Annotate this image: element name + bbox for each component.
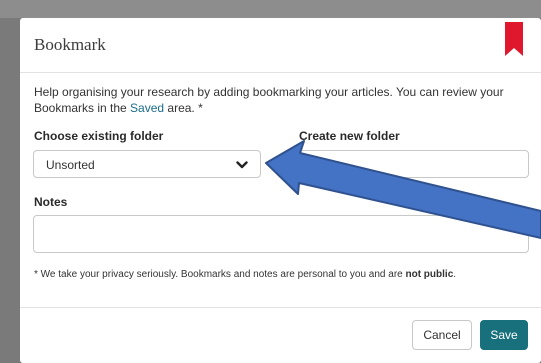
dialog-header: Bookmark	[20, 18, 541, 73]
new-folder-label: Create new folder	[299, 129, 400, 143]
backdrop	[0, 0, 541, 18]
saved-link[interactable]: Saved	[130, 101, 164, 115]
cancel-button[interactable]: Cancel	[412, 320, 472, 350]
notes-textarea[interactable]	[33, 215, 529, 253]
bookmark-dialog: Bookmark Help organising your research b…	[20, 18, 541, 363]
privacy-emphasis: not public	[405, 269, 454, 280]
dialog-title: Bookmark	[34, 35, 106, 54]
privacy-text: * We take your privacy seriously. Bookma…	[34, 269, 406, 280]
intro-text: Help organising your research by adding …	[34, 84, 524, 116]
existing-folder-value: Unsorted	[46, 158, 95, 172]
intro-suffix: area. *	[164, 101, 203, 115]
privacy-suffix: .	[453, 269, 457, 280]
chevron-down-icon	[236, 161, 248, 169]
privacy-note: * We take your privacy seriously. Bookma…	[34, 269, 529, 280]
existing-folder-select[interactable]: Unsorted	[33, 150, 261, 178]
bookmark-ribbon-icon	[505, 22, 523, 56]
new-folder-input[interactable]	[298, 150, 529, 178]
notes-label: Notes	[34, 195, 68, 209]
save-button[interactable]: Save	[480, 320, 528, 350]
footer-divider	[20, 307, 541, 308]
intro-body: Help organising your research by adding …	[34, 85, 504, 115]
existing-folder-label: Choose existing folder	[34, 129, 164, 143]
